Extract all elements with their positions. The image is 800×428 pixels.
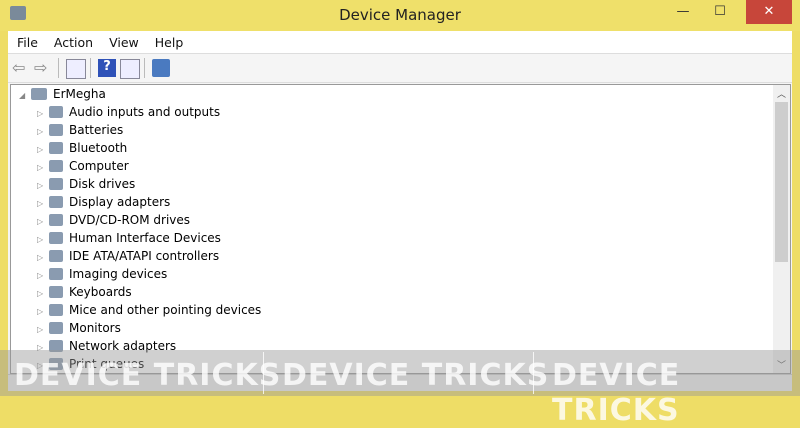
- vertical-scrollbar[interactable]: ︿ ﹀: [773, 84, 791, 374]
- separator: [144, 58, 145, 78]
- tree-item[interactable]: ▷ IDE ATA/ATAPI controllers: [37, 247, 219, 265]
- tree-item[interactable]: ▷ Audio inputs and outputs: [37, 103, 220, 121]
- show-hide-console-tree-icon[interactable]: [66, 59, 86, 79]
- tree-item[interactable]: ▷ Mice and other pointing devices: [37, 301, 261, 319]
- tree-item[interactable]: ▷ Human Interface Devices: [37, 229, 221, 247]
- tree-item-label: IDE ATA/ATAPI controllers: [69, 249, 220, 263]
- collapse-icon[interactable]: ◢: [19, 87, 31, 105]
- tree-item-label: DVD/CD-ROM drives: [69, 213, 191, 227]
- menu-action[interactable]: Action: [45, 31, 100, 50]
- tree-item[interactable]: ▷ Imaging devices: [37, 265, 167, 283]
- computer-icon: [31, 88, 47, 100]
- minimize-button[interactable]: —: [668, 0, 698, 24]
- tree-item-label: Audio inputs and outputs: [69, 105, 221, 119]
- menu-view[interactable]: View: [100, 31, 146, 50]
- tree-item-label: Monitors: [69, 321, 121, 335]
- back-arrow-icon[interactable]: ⇦: [12, 59, 30, 77]
- device-category-icon: [49, 196, 63, 208]
- watermark: DEVICE TRICKS DEVICE TRICKS DEVICE TRICK…: [0, 350, 800, 428]
- tree-item[interactable]: ▷ Computer: [37, 157, 129, 175]
- device-category-icon: [49, 142, 63, 154]
- tree-item[interactable]: ▷ Monitors: [37, 319, 121, 337]
- device-category-icon: [49, 322, 63, 334]
- scan-hardware-icon[interactable]: [152, 59, 170, 77]
- watermark-text: DEVICE TRICKS: [282, 358, 550, 393]
- device-category-icon: [49, 304, 63, 316]
- tree-item-label: Display adapters: [69, 195, 171, 209]
- toolbar: ⇦ ⇨ ?: [8, 54, 792, 83]
- title-bar: Device Manager — ☐ ✕: [0, 0, 800, 31]
- device-category-icon: [49, 124, 63, 136]
- help-icon[interactable]: ?: [98, 59, 116, 77]
- tree-item[interactable]: ▷ Bluetooth: [37, 139, 127, 157]
- tree-root[interactable]: ◢ ErMegha: [19, 85, 106, 103]
- device-category-icon: [49, 214, 63, 226]
- device-category-icon: [49, 250, 63, 262]
- device-category-icon: [49, 106, 63, 118]
- tree-item-label: Mice and other pointing devices: [69, 303, 262, 317]
- tree-item[interactable]: ▷ Batteries: [37, 121, 123, 139]
- tree-item[interactable]: ▷ Disk drives: [37, 175, 135, 193]
- tree-item[interactable]: ▷ Display adapters: [37, 193, 170, 211]
- tree-item-label: Keyboards: [69, 285, 132, 299]
- menu-bar: File Action View Help: [8, 31, 792, 54]
- maximize-button[interactable]: ☐: [705, 0, 735, 24]
- separator: [58, 58, 59, 78]
- scrollbar-thumb[interactable]: [775, 102, 788, 262]
- tree-item-label: Imaging devices: [69, 267, 168, 281]
- close-button[interactable]: ✕: [746, 0, 792, 24]
- root-label: ErMegha: [53, 87, 106, 101]
- tree-item-label: Human Interface Devices: [69, 231, 221, 245]
- tree-item-label: Batteries: [69, 123, 124, 137]
- show-action-pane-icon[interactable]: [120, 59, 140, 79]
- watermark-text: DEVICE TRICKS: [14, 358, 282, 393]
- device-category-icon: [49, 268, 63, 280]
- device-category-icon: [49, 160, 63, 172]
- device-category-icon: [49, 232, 63, 244]
- window-client: File Action View Help ⇦ ⇨ ? ◢ ErMegha ▷ Audio…: [8, 31, 792, 391]
- tree-item[interactable]: ▷ Keyboards: [37, 283, 132, 301]
- forward-arrow-icon[interactable]: ⇨: [34, 59, 52, 77]
- menu-file[interactable]: File: [8, 31, 45, 50]
- tree-item-label: Computer: [69, 159, 129, 173]
- watermark-text: DEVICE TRICKS: [552, 358, 681, 428]
- tree-item[interactable]: ▷ DVD/CD-ROM drives: [37, 211, 190, 229]
- scroll-up-icon[interactable]: ︿: [773, 87, 790, 100]
- tree-item-label: Disk drives: [69, 177, 136, 191]
- device-tree: ◢ ErMegha ▷ Audio inputs and outputs ▷ Batte…: [10, 84, 774, 374]
- tree-item-label: Bluetooth: [69, 141, 128, 155]
- menu-help[interactable]: Help: [146, 31, 191, 50]
- separator: [90, 58, 91, 78]
- device-category-icon: [49, 178, 63, 190]
- device-category-icon: [49, 286, 63, 298]
